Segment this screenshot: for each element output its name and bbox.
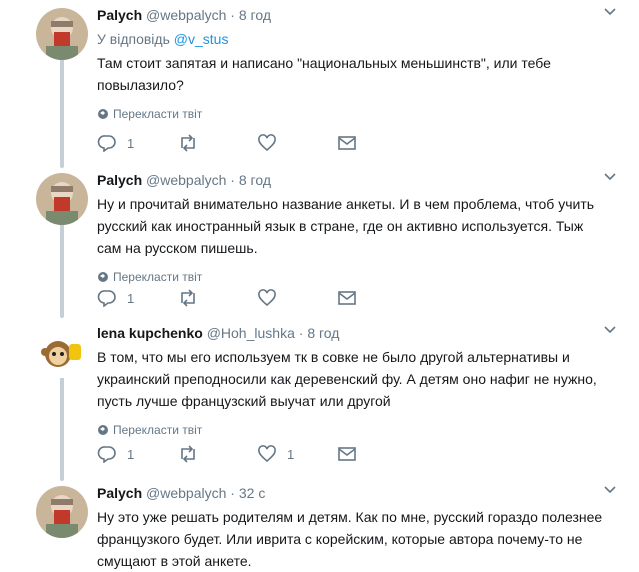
separator: · [230,485,235,501]
heart-icon [258,289,276,307]
separator: · [230,172,235,188]
globe-icon [98,425,108,435]
translate-label: Перекласти твіт [113,270,203,284]
tweet-text: В том, что мы его используем тк в совке … [97,349,597,409]
timestamp[interactable]: 32 с [239,485,265,501]
globe-icon [98,272,108,282]
envelope-icon [338,447,356,461]
reply-icon [97,290,116,307]
retweet-icon [181,289,195,307]
chevron-down-icon[interactable] [603,6,617,16]
author-handle[interactable]: @webpalych [146,485,226,501]
reply-count: 1 [127,446,135,462]
retweet-button[interactable] [177,444,257,464]
reply-icon [97,446,116,463]
retweet-icon [181,445,195,463]
reply-icon [97,135,116,152]
author-handle[interactable]: @webpalych [146,7,226,23]
thread-line [60,222,64,318]
envelope-icon [338,291,356,305]
tweet-text: Там стоит запятая и написано "национальн… [97,55,551,93]
translate-label: Перекласти твіт [113,423,203,437]
heart-icon [258,445,276,463]
thread-line [60,373,64,481]
like-button[interactable] [257,288,337,308]
timestamp[interactable]: 8 год [239,7,271,23]
reply-to-label: У відповідь [97,31,170,47]
avatar[interactable] [36,8,88,60]
like-button[interactable]: 1 [257,444,337,464]
reply-count: 1 [127,135,135,151]
dm-button[interactable] [337,133,417,153]
heart-icon [258,134,276,152]
retweet-icon [181,134,195,152]
chevron-down-icon[interactable] [603,324,617,334]
separator: · [230,7,235,23]
dm-button[interactable] [337,288,417,308]
translate-link[interactable]: Перекласти твіт [97,422,605,438]
globe-icon [98,109,108,119]
avatar[interactable] [36,173,88,225]
tweet-text: Ну это уже решать родителям и детям. Как… [97,509,603,569]
tweet-text: Ну и прочитай внимательно название анкет… [97,196,595,256]
like-count: 1 [287,446,295,462]
thread-line [60,58,64,168]
translate-link[interactable]: Перекласти твіт [97,106,605,122]
reply-count: 1 [127,290,135,306]
author-handle[interactable]: @webpalych [146,172,226,188]
author-name[interactable]: Palych [97,485,142,501]
author-handle[interactable]: @Hoh_lushka [207,325,295,341]
author-name[interactable]: lena kupchenko [97,325,203,341]
reply-button[interactable]: 1 [97,288,177,308]
like-button[interactable] [257,133,337,153]
author-name[interactable]: Palych [97,7,142,23]
author-name[interactable]: Palych [97,172,142,188]
reply-to: У відповідь @v_stus [97,30,605,48]
chevron-down-icon[interactable] [603,484,617,494]
dm-button[interactable] [337,444,417,464]
envelope-icon [338,136,356,150]
reply-button[interactable]: 1 [97,444,177,464]
retweet-button[interactable] [177,288,257,308]
timestamp[interactable]: 8 год [307,325,339,341]
chevron-down-icon[interactable] [603,171,617,181]
reply-to-user-link[interactable]: @v_stus [174,31,229,47]
translate-link[interactable]: Перекласти твіт [97,269,605,285]
translate-label: Перекласти твіт [113,107,203,121]
timestamp[interactable]: 8 год [239,172,271,188]
reply-button[interactable]: 1 [97,133,177,153]
separator: · [298,325,304,341]
avatar[interactable] [36,486,88,538]
avatar[interactable] [36,326,88,378]
retweet-button[interactable] [177,133,257,153]
